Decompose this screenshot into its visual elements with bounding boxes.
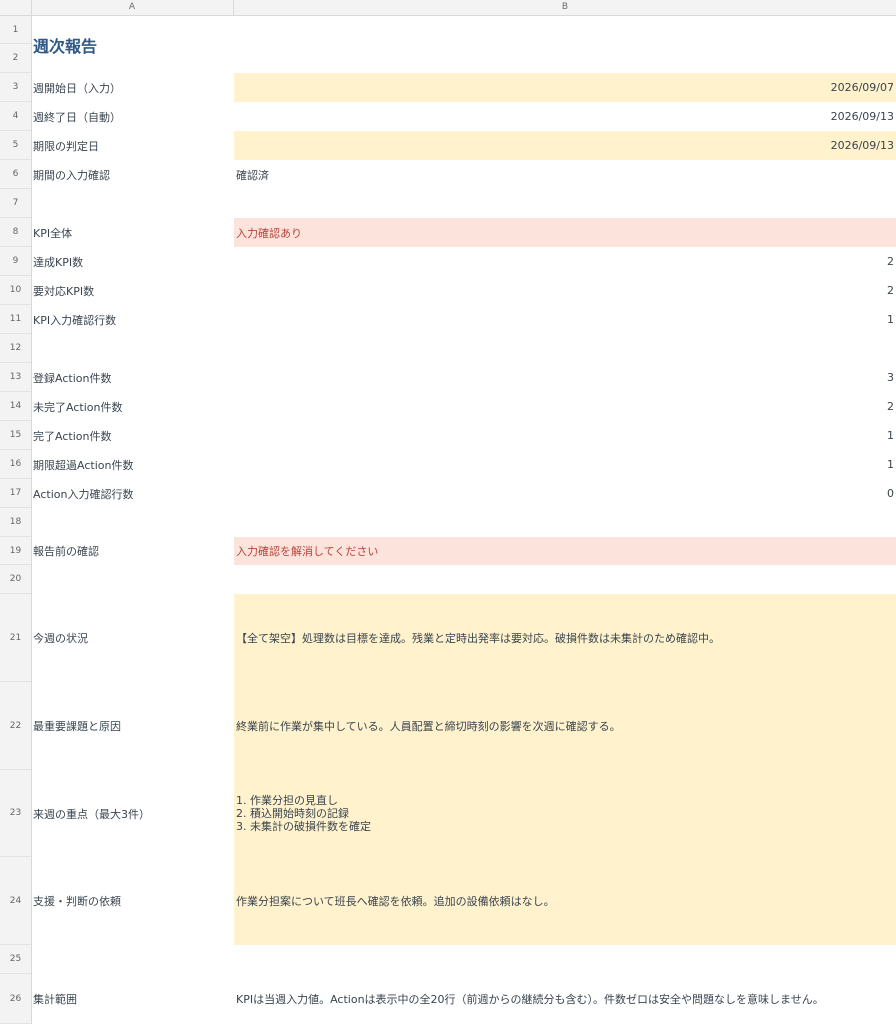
row-number[interactable]: 9: [0, 247, 31, 276]
deadline-date-input[interactable]: 2026/09/13: [234, 131, 896, 160]
label-registered-actions[interactable]: 登録Action件数: [31, 363, 234, 392]
aggregation-scope-note[interactable]: KPIは当週入力値。Actionは表示中の全20行（前週からの継続分も含む）。件…: [234, 974, 896, 1024]
label-aggregation-scope[interactable]: 集計範囲: [31, 974, 234, 1024]
row-number[interactable]: 22: [0, 682, 31, 770]
row-17: 17 Action入力確認行数 0: [0, 479, 896, 508]
column-header-b[interactable]: B: [234, 0, 896, 15]
this-week-status-input[interactable]: 【全て架空】処理数は目標を達成。残業と定時出発率は要対応。破損件数は未集計のため…: [234, 594, 896, 682]
row-3: 3 週開始日（入力） 2026/09/07: [0, 73, 896, 102]
row-4: 4 週終了日（自動） 2026/09/13: [0, 102, 896, 131]
row-number[interactable]: 13: [0, 363, 31, 392]
row-13: 13 登録Action件数 3: [0, 363, 896, 392]
row-number[interactable]: 26: [0, 974, 31, 1024]
row-number[interactable]: 2: [0, 44, 31, 73]
row-15: 15 完了Action件数 1: [0, 421, 896, 450]
row-19: 19 報告前の確認 入力確認を解消してください: [0, 537, 896, 565]
label-pre-report-check[interactable]: 報告前の確認: [31, 537, 234, 565]
row-23: 23 来週の重点（最大3件） 1. 作業分担の見直し 2. 積込開始時刻の記録 …: [0, 770, 896, 857]
period-check-status[interactable]: 確認済: [234, 160, 896, 189]
row-8: 8 KPI全体 入力確認あり: [0, 218, 896, 247]
row-21: 21 今週の状況 【全て架空】処理数は目標を達成。残業と定時出発率は要対応。破損…: [0, 594, 896, 682]
top-issue-input[interactable]: 終業前に作業が集中している。人員配置と締切時刻の影響を次週に確認する。: [234, 682, 896, 770]
label-incomplete-actions[interactable]: 未完了Action件数: [31, 392, 234, 421]
label-deadline-date[interactable]: 期限の判定日: [31, 131, 234, 160]
row-number[interactable]: 7: [0, 189, 31, 218]
row-18: 18: [0, 508, 896, 537]
row-26: 26 集計範囲 KPIは当週入力値。Actionは表示中の全20行（前週からの継…: [0, 974, 896, 1024]
week-end-date[interactable]: 2026/09/13: [234, 102, 896, 131]
row-20: 20: [0, 565, 896, 594]
week-start-date-input[interactable]: 2026/09/07: [234, 73, 896, 102]
pre-report-check-status[interactable]: 入力確認を解消してください: [234, 537, 896, 565]
label-week-start[interactable]: 週開始日（入力）: [31, 73, 234, 102]
row-number[interactable]: 16: [0, 450, 31, 479]
support-request-input[interactable]: 作業分担案について班長へ確認を依頼。追加の設備依頼はなし。: [234, 857, 896, 945]
row-number[interactable]: 21: [0, 594, 31, 682]
row-12: 12: [0, 334, 896, 363]
next-week-focus-input[interactable]: 1. 作業分担の見直し 2. 積込開始時刻の記録 3. 未集計の破損件数を確定: [234, 770, 896, 857]
label-achieved-kpi[interactable]: 達成KPI数: [31, 247, 234, 276]
row-number[interactable]: 25: [0, 945, 31, 974]
row-9: 9 達成KPI数 2: [0, 247, 896, 276]
row-number[interactable]: 8: [0, 218, 31, 247]
row-11: 11 KPI入力確認行数 1: [0, 305, 896, 334]
row-16: 16 期限超過Action件数 1: [0, 450, 896, 479]
label-week-end[interactable]: 週終了日（自動）: [31, 102, 234, 131]
label-kpi-overall[interactable]: KPI全体: [31, 218, 234, 247]
row-number[interactable]: 17: [0, 479, 31, 508]
row-number[interactable]: 4: [0, 102, 31, 131]
label-kpi-check-rows[interactable]: KPI入力確認行数: [31, 305, 234, 334]
kpi-check-row-count[interactable]: 1: [234, 305, 896, 334]
label-this-week-status[interactable]: 今週の状況: [31, 594, 234, 682]
label-action-check-rows[interactable]: Action入力確認行数: [31, 479, 234, 508]
column-header-a[interactable]: A: [31, 0, 234, 15]
row-number[interactable]: 18: [0, 508, 31, 537]
row-number[interactable]: 10: [0, 276, 31, 305]
label-overdue-actions[interactable]: 期限超過Action件数: [31, 450, 234, 479]
label-action-needed-kpi[interactable]: 要対応KPI数: [31, 276, 234, 305]
spreadsheet: A B 1 週次報告 2 3 週開始日（入力） 2026/09/07 4 週終了…: [0, 0, 896, 1024]
row-number[interactable]: 23: [0, 770, 31, 857]
row-22: 22 最重要課題と原因 終業前に作業が集中している。人員配置と締切時刻の影響を次…: [0, 682, 896, 770]
label-next-week-focus[interactable]: 来週の重点（最大3件）: [31, 770, 234, 857]
action-needed-kpi-count[interactable]: 2: [234, 276, 896, 305]
row-24: 24 支援・判断の依頼 作業分担案について班長へ確認を依頼。追加の設備依頼はなし…: [0, 857, 896, 945]
row-number[interactable]: 12: [0, 334, 31, 363]
incomplete-action-count[interactable]: 2: [234, 392, 896, 421]
registered-action-count[interactable]: 3: [234, 363, 896, 392]
row-14: 14 未完了Action件数 2: [0, 392, 896, 421]
row-number[interactable]: 24: [0, 857, 31, 945]
kpi-overall-status[interactable]: 入力確認あり: [234, 218, 896, 247]
row-number[interactable]: 14: [0, 392, 31, 421]
action-check-row-count[interactable]: 0: [234, 479, 896, 508]
select-all-corner[interactable]: [0, 0, 32, 15]
overdue-action-count[interactable]: 1: [234, 450, 896, 479]
row-25: 25: [0, 945, 896, 974]
label-support-request[interactable]: 支援・判断の依頼: [31, 857, 234, 945]
column-header-bar: A B: [0, 0, 896, 16]
label-top-issue[interactable]: 最重要課題と原因: [31, 682, 234, 770]
row-10: 10 要対応KPI数 2: [0, 276, 896, 305]
row-number[interactable]: 19: [0, 537, 31, 565]
row-number[interactable]: 6: [0, 160, 31, 189]
row-7: 7: [0, 189, 896, 218]
label-period-check[interactable]: 期間の入力確認: [31, 160, 234, 189]
row-number[interactable]: 5: [0, 131, 31, 160]
row-5: 5 期限の判定日 2026/09/13: [0, 131, 896, 160]
completed-action-count[interactable]: 1: [234, 421, 896, 450]
row-number[interactable]: 3: [0, 73, 31, 102]
achieved-kpi-count[interactable]: 2: [234, 247, 896, 276]
label-completed-actions[interactable]: 完了Action件数: [31, 421, 234, 450]
row-number[interactable]: 11: [0, 305, 31, 334]
row-number[interactable]: 15: [0, 421, 31, 450]
row-number[interactable]: 20: [0, 565, 31, 594]
row-2: 2: [0, 44, 896, 73]
row-6: 6 期間の入力確認 確認済: [0, 160, 896, 189]
